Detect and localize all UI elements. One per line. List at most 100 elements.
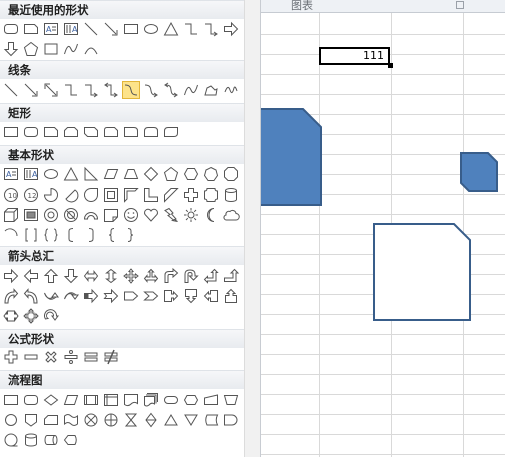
- left-right-arrow-icon[interactable]: [82, 267, 100, 285]
- arc-icon[interactable]: [2, 226, 20, 244]
- arrow-line-icon[interactable]: [102, 20, 120, 38]
- right-arrow-icon[interactable]: [222, 20, 240, 38]
- preparation-icon[interactable]: [182, 391, 200, 409]
- rounded-rectangle-icon[interactable]: [2, 20, 20, 38]
- arrow-line-icon[interactable]: [22, 81, 40, 99]
- curved-arrow-connector-icon[interactable]: [142, 81, 160, 99]
- striped-right-arrow-icon[interactable]: [82, 287, 100, 305]
- punched-tape-icon[interactable]: [62, 411, 80, 429]
- cloud-icon[interactable]: [222, 206, 240, 224]
- divide-icon[interactable]: [62, 348, 80, 366]
- off-page-connector-icon[interactable]: [22, 411, 40, 429]
- elbow-connector-icon[interactable]: [182, 20, 200, 38]
- extract-icon[interactable]: [162, 411, 180, 429]
- smiley-face-icon[interactable]: [122, 206, 140, 224]
- moon-icon[interactable]: [202, 206, 220, 224]
- scribble-icon[interactable]: [222, 81, 240, 99]
- snip-single-corner-icon[interactable]: [42, 123, 60, 141]
- left-arrow-icon[interactable]: [22, 267, 40, 285]
- diagonal-stripe-icon[interactable]: [162, 186, 180, 204]
- triangle-icon[interactable]: [162, 20, 180, 38]
- oval-icon[interactable]: [142, 20, 160, 38]
- u-turn-arrow-icon[interactable]: [182, 267, 200, 285]
- double-arrow-line-icon[interactable]: [42, 81, 60, 99]
- octagon-icon[interactable]: [222, 165, 240, 183]
- round-diagonal-icon[interactable]: [162, 123, 180, 141]
- bent-up-arrow-icon[interactable]: [222, 267, 240, 285]
- merge-icon[interactable]: [182, 411, 200, 429]
- heptagon-icon[interactable]: [202, 165, 220, 183]
- l-shape-icon[interactable]: [142, 186, 160, 204]
- freeform-icon[interactable]: [202, 81, 220, 99]
- oval-icon[interactable]: [42, 165, 60, 183]
- triangle-icon[interactable]: [62, 165, 80, 183]
- left-right-up-arrow-icon[interactable]: [142, 267, 160, 285]
- dodecagon-icon[interactable]: 12: [22, 186, 40, 204]
- can-icon[interactable]: [222, 186, 240, 204]
- elbow-arrow-connector-icon[interactable]: [202, 20, 220, 38]
- sequential-access-storage-icon[interactable]: [2, 431, 20, 449]
- left-up-arrow-icon[interactable]: [202, 267, 220, 285]
- terminator-icon[interactable]: [162, 391, 180, 409]
- decagon-icon[interactable]: 10: [2, 186, 20, 204]
- sort-icon[interactable]: [142, 411, 160, 429]
- curved-right-arrow-icon[interactable]: [2, 287, 20, 305]
- down-arrow-icon[interactable]: [2, 40, 20, 58]
- trapezoid-icon[interactable]: [122, 165, 140, 183]
- alternate-process-icon[interactable]: [22, 391, 40, 409]
- up-arrow-callout-icon[interactable]: [222, 287, 240, 305]
- elbow-connector-icon[interactable]: [62, 81, 80, 99]
- snip-round-corner-icon[interactable]: [102, 123, 120, 141]
- snip-same-side-icon[interactable]: [62, 123, 80, 141]
- manual-input-icon[interactable]: [202, 391, 220, 409]
- collate-icon[interactable]: [122, 411, 140, 429]
- curved-double-arrow-connector-icon[interactable]: [162, 81, 180, 99]
- snip-corner-rectangle-icon[interactable]: [22, 20, 40, 38]
- connector-icon[interactable]: [2, 411, 20, 429]
- not-equal-icon[interactable]: [102, 348, 120, 366]
- pie-icon[interactable]: [42, 186, 60, 204]
- plaque-icon[interactable]: [202, 186, 220, 204]
- round-single-corner-icon[interactable]: [122, 123, 140, 141]
- down-arrow-callout-icon[interactable]: [182, 287, 200, 305]
- quad-arrow-callout-icon[interactable]: [22, 307, 40, 325]
- decision-icon[interactable]: [42, 391, 60, 409]
- left-brace-icon[interactable]: [102, 226, 120, 244]
- circular-arrow-icon[interactable]: [42, 307, 60, 325]
- no-symbol-icon[interactable]: [62, 206, 80, 224]
- equal-icon[interactable]: [82, 348, 100, 366]
- curved-connector-icon[interactable]: [122, 81, 140, 99]
- or-icon[interactable]: [102, 411, 120, 429]
- right-arrow-callout-icon[interactable]: [162, 287, 180, 305]
- summing-junction-icon[interactable]: [82, 411, 100, 429]
- small-snip-rectangle-shape[interactable]: [460, 152, 498, 192]
- round-same-side-icon[interactable]: [142, 123, 160, 141]
- down-arrow-icon[interactable]: [62, 267, 80, 285]
- teardrop-icon[interactable]: [82, 186, 100, 204]
- rounded-rectangle-icon[interactable]: [22, 123, 40, 141]
- pentagon-icon[interactable]: [162, 165, 180, 183]
- rectangle-icon[interactable]: [122, 20, 140, 38]
- curve-icon[interactable]: [62, 40, 80, 58]
- elbow-arrow-connector-icon[interactable]: [82, 81, 100, 99]
- left-bracket-icon[interactable]: [62, 226, 80, 244]
- process-icon[interactable]: [2, 391, 20, 409]
- predefined-process-icon[interactable]: [82, 391, 100, 409]
- elbow-double-arrow-connector-icon[interactable]: [102, 81, 120, 99]
- pentagon-arrow-icon[interactable]: [122, 287, 140, 305]
- internal-storage-icon[interactable]: [102, 391, 120, 409]
- notched-right-arrow-icon[interactable]: [102, 287, 120, 305]
- vertical-text-box-icon[interactable]: A: [22, 165, 40, 183]
- cube-icon[interactable]: [2, 206, 20, 224]
- hexagon-icon[interactable]: [182, 165, 200, 183]
- lightning-bolt-icon[interactable]: [162, 206, 180, 224]
- sun-icon[interactable]: [182, 206, 200, 224]
- outlined-snip-rectangle-shape[interactable]: [373, 223, 471, 321]
- star-icon[interactable]: [42, 40, 60, 58]
- stored-data-icon[interactable]: [202, 411, 220, 429]
- half-frame-icon[interactable]: [122, 186, 140, 204]
- right-bracket-icon[interactable]: [82, 226, 100, 244]
- minus-icon[interactable]: [22, 348, 40, 366]
- delay-icon[interactable]: [222, 411, 240, 429]
- right-brace-icon[interactable]: [122, 226, 140, 244]
